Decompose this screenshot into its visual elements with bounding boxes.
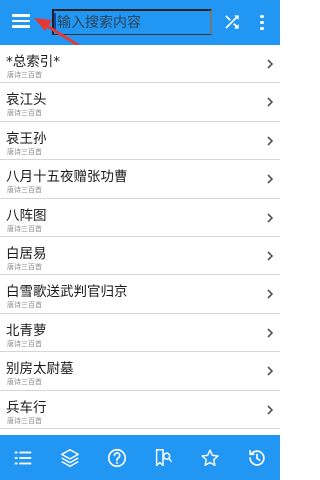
- chevron-right-icon: [267, 328, 274, 338]
- list-item[interactable]: 白雪歌送武判官归京 唐诗三百首: [0, 275, 280, 314]
- bookmark-search-icon[interactable]: [148, 443, 178, 473]
- chevron-right-icon: [267, 251, 274, 261]
- list-item[interactable]: 白居易 唐诗三百首: [0, 236, 280, 276]
- top-app-bar: [0, 0, 280, 45]
- poem-title: 哀江头: [6, 92, 47, 109]
- chevron-right-icon: [267, 136, 274, 146]
- shuffle-icon[interactable]: [222, 12, 242, 32]
- bottom-nav-bar: [0, 435, 280, 480]
- layers-icon[interactable]: [55, 443, 85, 473]
- chevron-right-icon: [267, 289, 274, 299]
- poem-collection-label: 唐诗三百首: [7, 186, 42, 195]
- poem-collection-label: 唐诗三百首: [7, 224, 42, 233]
- list-item[interactable]: *总索引* 唐诗三百首: [0, 45, 280, 84]
- poem-collection-label: 唐诗三百首: [7, 109, 42, 118]
- poem-collection-label: 唐诗三百首: [7, 339, 42, 348]
- star-icon[interactable]: [195, 443, 225, 473]
- chevron-right-icon: [267, 59, 274, 69]
- list-item[interactable]: 哀江头 唐诗三百首: [0, 83, 280, 122]
- search-input[interactable]: [52, 9, 212, 35]
- poem-title: 白居易: [6, 245, 47, 262]
- history-icon[interactable]: [242, 443, 272, 473]
- poem-title: 白雪歌送武判官归京: [6, 284, 128, 301]
- poem-collection-label: 唐诗三百首: [7, 262, 42, 271]
- list-item[interactable]: 北青萝 唐诗三百首: [0, 313, 280, 353]
- help-icon[interactable]: [102, 443, 132, 473]
- list-item[interactable]: 八月十五夜赠张功曹 唐诗三百首: [0, 160, 280, 199]
- poem-collection-label: 唐诗三百首: [7, 147, 42, 156]
- poem-collection-label: 唐诗三百首: [7, 378, 42, 387]
- poem-collection-label: 唐诗三百首: [7, 301, 42, 310]
- chevron-right-icon: [267, 174, 274, 184]
- poem-collection-label: 唐诗三百首: [7, 416, 42, 425]
- poem-title: 哀王孙: [6, 130, 47, 147]
- poem-title: 八阵图: [6, 207, 47, 224]
- chevron-right-icon: [267, 366, 274, 376]
- text-cursor: [54, 13, 56, 31]
- poem-collection-label: 唐诗三百首: [7, 71, 42, 79]
- poem-title: 别房太尉墓: [6, 361, 74, 378]
- list-icon[interactable]: [8, 443, 38, 473]
- list-item[interactable]: 别房太尉墓 唐诗三百首: [0, 352, 280, 391]
- list-item[interactable]: 哀王孙 唐诗三百首: [0, 121, 280, 161]
- list-item[interactable]: 八阵图 唐诗三百首: [0, 198, 280, 237]
- chevron-right-icon: [267, 212, 274, 223]
- poem-title: 八月十五夜赠张功曹: [6, 169, 128, 186]
- poem-list: *总索引* 唐诗三百首 哀江头 唐诗三百首 哀王孙 唐诗三百首 八月十五夜赠张功曹 唐诗三百首…: [0, 45, 280, 435]
- poem-title: 兵车行: [6, 399, 47, 416]
- chevron-right-icon: [267, 97, 274, 107]
- list-item[interactable]: 兵车行 唐诗三百首: [0, 390, 280, 429]
- vertical-more-icon[interactable]: [256, 12, 268, 34]
- chevron-right-icon: [267, 404, 274, 415]
- poem-title: 北青萝: [6, 322, 47, 339]
- poem-title: *总索引*: [6, 54, 60, 70]
- hamburger-menu-icon[interactable]: [10, 11, 32, 33]
